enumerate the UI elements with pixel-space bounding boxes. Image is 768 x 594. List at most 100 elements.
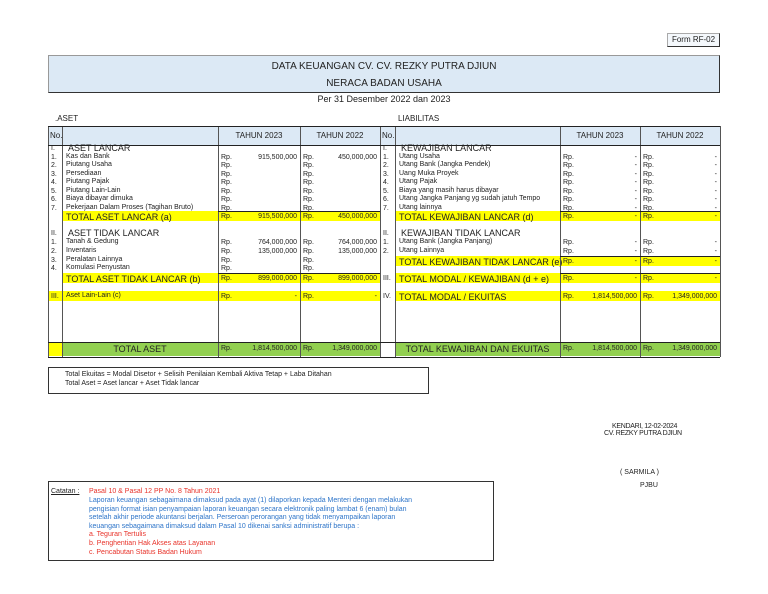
form-code-badge: Form RF-02 <box>667 33 720 47</box>
section-title: ASET TIDAK LANCAR <box>68 228 160 238</box>
column-divider <box>48 126 49 357</box>
value-2023: - <box>634 179 637 186</box>
row-label: TOTAL KEWAJIBAN LANCAR (d) <box>399 212 534 222</box>
value-2022: - <box>714 171 717 178</box>
currency-label: Rp. <box>221 257 232 264</box>
column-divider <box>720 126 721 357</box>
section-number: I. <box>383 145 387 152</box>
row-label: Utang Usaha <box>399 153 440 160</box>
value-2022: - <box>714 239 717 246</box>
currency-label: Rp. <box>303 257 314 264</box>
value-2023: 764,000,000 <box>258 239 297 246</box>
period-label: Per 31 Desember 2022 dan 2023 <box>317 94 451 104</box>
currency-label: Rp. <box>303 171 314 178</box>
value-2022: 450,000,000 <box>338 213 377 220</box>
currency-label: Rp. <box>303 179 314 186</box>
value-2023: - <box>634 248 637 255</box>
row-divider <box>48 145 720 146</box>
row-label: Persediaan <box>66 170 102 177</box>
value-2022: 450,000,000 <box>338 154 377 161</box>
row-number: 2. <box>51 248 57 255</box>
row-label: Komulasi Penyustan <box>66 264 130 271</box>
row-label: TOTAL KEWAJIBAN DAN EKUITAS <box>405 344 550 354</box>
balance-sheet-page: Form RF-02 DATA KEUANGAN CV. CV. REZKY P… <box>0 0 768 594</box>
row-label: Utang lainnya <box>399 204 442 211</box>
column-divider <box>640 126 641 357</box>
row-label: TOTAL KEWAJIBAN TIDAK LANCAR (e) <box>399 257 563 267</box>
notes-sanction: b. Penghentian Hak Akses atas Layanan <box>89 540 216 547</box>
section-number: II. <box>383 230 389 237</box>
notes-box: Catatan : Pasal 10 & Pasal 12 PP No. 8 T… <box>48 481 494 561</box>
value-2022: 764,000,000 <box>338 239 377 246</box>
row-divider <box>218 273 380 274</box>
column-divider <box>218 126 219 357</box>
row-number: 1. <box>383 154 389 161</box>
row-number: 2. <box>51 162 57 169</box>
row-label: Aset Lain-Lain (c) <box>66 292 121 299</box>
value-2022: - <box>714 162 717 169</box>
row-number: 5. <box>51 188 57 195</box>
currency-label: Rp. <box>221 171 232 178</box>
row-number: 7. <box>383 205 389 212</box>
row-label: Utang Lainnya <box>399 247 445 254</box>
row-number: 1. <box>51 154 57 161</box>
row-number: 3. <box>383 171 389 178</box>
value-2023: - <box>634 188 637 195</box>
row-number: 1. <box>51 239 57 246</box>
liabilitas-col-2022: TAHUN 2022 <box>656 131 704 140</box>
value-2023: 1,814,500,000 <box>592 293 637 300</box>
currency-label: Rp. <box>221 188 232 195</box>
row-label: Tanah & Gedung <box>66 238 119 245</box>
value-2023: 135,000,000 <box>258 248 297 255</box>
row-label: TOTAL ASET <box>113 344 167 354</box>
value-2023: 899,000,000 <box>258 275 297 282</box>
notes-label: Catatan : <box>51 488 80 495</box>
marker-cell <box>48 342 62 356</box>
row-label: TOTAL ASET LANCAR (a) <box>66 212 172 222</box>
aset-col-2023: TAHUN 2023 <box>235 131 283 140</box>
column-divider <box>395 126 396 357</box>
value-2023: - <box>634 258 637 265</box>
column-divider <box>560 126 561 357</box>
currency-label: Rp. <box>303 265 314 272</box>
value-2022: - <box>714 213 717 220</box>
row-number: 3. <box>51 171 57 178</box>
row-number: 6. <box>383 196 389 203</box>
row-number: 1. <box>383 239 389 246</box>
value-2022: - <box>374 293 377 300</box>
row-label: Biaya dibayar dimuka <box>66 195 133 202</box>
liabilitas-col-no: No. <box>382 131 395 140</box>
row-number: 5. <box>383 188 389 195</box>
notes-body-line: setelah akhir periode akuntansi berjalan… <box>89 514 396 521</box>
row-label: Utang Jangka Panjang yg sudah jatuh Temp… <box>399 195 541 202</box>
value-2022: - <box>714 275 717 282</box>
row-label: Pekerjaan Dalam Proses (Tagihan Bruto) <box>66 204 194 211</box>
formula-line: Total Ekuitas = Modal Disetor + Selisih … <box>65 371 332 378</box>
title-banner: DATA KEUANGAN CV. CV. REZKY PUTRA DJIUN … <box>48 55 720 93</box>
row-label: Utang Pajak <box>399 178 438 185</box>
row-label: Kas dan Bank <box>66 153 110 160</box>
row-number: 2. <box>383 248 389 255</box>
value-2022: 135,000,000 <box>338 248 377 255</box>
row-label: Inventaris <box>66 247 97 254</box>
row-label: TOTAL MODAL / EKUITAS <box>399 292 507 302</box>
formula-box: Total Ekuitas = Modal Disetor + Selisih … <box>48 367 429 394</box>
liabilitas-section-label: LIABILITAS <box>398 114 440 123</box>
notes-body-line: pengisian format isian penyampaian lapor… <box>89 505 407 513</box>
value-2022: 1,349,000,000 <box>672 293 717 300</box>
currency-label: Rp. <box>303 196 314 203</box>
value-2023: 1,814,500,000 <box>592 345 637 352</box>
row-number: 4. <box>383 179 389 186</box>
aset-col-2022: TAHUN 2022 <box>316 131 364 140</box>
row-number: III. <box>383 275 391 282</box>
notes-body-line: keuangan sebagaimana dimaksud dalam Pasa… <box>89 522 360 530</box>
notes-sanction: c. Pencabutan Status Badan Hukum <box>89 549 202 556</box>
currency-label: Rp. <box>303 162 314 169</box>
row-label: Uang Muka Proyek <box>399 170 459 177</box>
value-2022: - <box>714 248 717 255</box>
liabilitas-col-2023: TAHUN 2023 <box>576 131 624 140</box>
row-number: 6. <box>51 196 57 203</box>
value-2023: - <box>634 213 637 220</box>
row-divider <box>48 342 720 343</box>
row-number: 7. <box>51 205 57 212</box>
